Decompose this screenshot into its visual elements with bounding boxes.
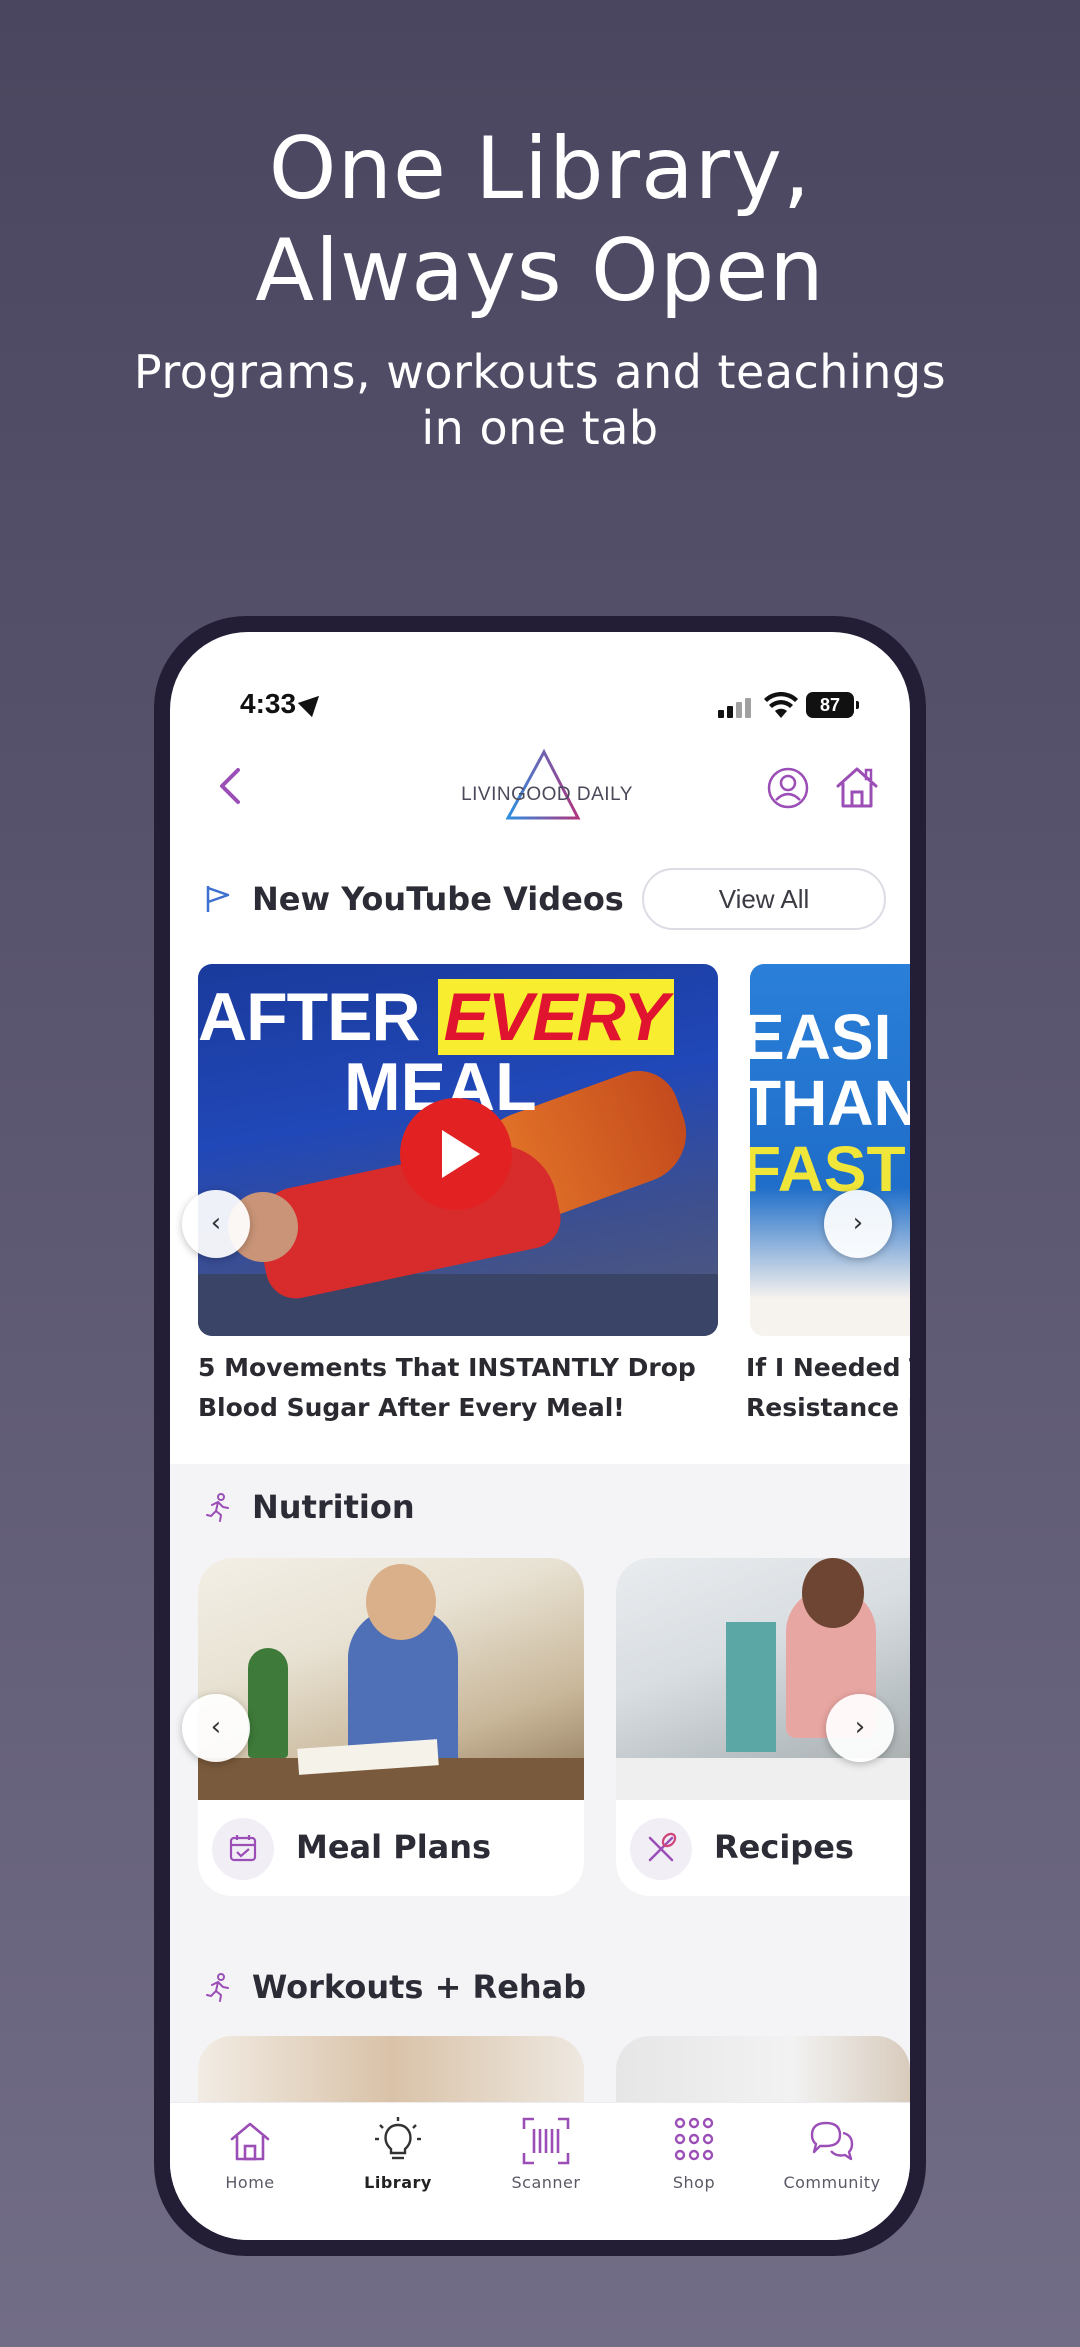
runner-icon — [206, 1493, 229, 1522]
wifi-icon — [764, 692, 798, 718]
thumbnail-caption: AFTER EVERY — [198, 978, 718, 1056]
tab-home[interactable]: Home — [185, 2115, 315, 2192]
utensils-icon — [648, 1832, 677, 1862]
status-time: 4:33 — [240, 688, 327, 720]
meal-plans-label: Meal Plans — [296, 1828, 492, 1866]
cellular-signal-icon — [718, 696, 758, 718]
video-title-2[interactable]: If I Needed T Resistance F — [746, 1348, 910, 1428]
tab-scanner[interactable]: Scanner — [481, 2115, 611, 2192]
meal-plans-card[interactable]: Meal Plans — [198, 1558, 584, 1896]
profile-icon[interactable] — [766, 766, 810, 810]
bottom-tab-bar: Home Library Scanner Shop Community — [170, 2102, 910, 2240]
meal-plans-image — [198, 1558, 584, 1800]
video-thumbnail-1[interactable]: AFTER EVERY MEAL — [198, 964, 718, 1336]
barcode-icon — [522, 2117, 570, 2165]
grid-icon — [674, 2117, 714, 2161]
tab-library[interactable]: Library — [333, 2115, 463, 2192]
home-outline-icon[interactable] — [832, 762, 882, 812]
status-bar: 4:33 87 — [170, 688, 910, 728]
flag-icon — [206, 886, 230, 912]
calendar-icon — [229, 1835, 257, 1862]
battery-indicator: 87 — [806, 692, 859, 718]
phone-frame: 4:33 87 LIVINGOOD DAILY New YouTube Vide… — [154, 616, 926, 2256]
chat-icon — [810, 2121, 854, 2161]
lightbulb-icon — [375, 2117, 421, 2160]
nutrition-section-title: Nutrition — [252, 1488, 415, 1526]
video-carousel-prev-button[interactable]: ‹ — [182, 1190, 250, 1258]
subheadline-line-1: Programs, workouts and teachings — [133, 345, 947, 399]
video-thumbnail-2[interactable]: EASI THAN FAST — [750, 964, 910, 1336]
tab-shop[interactable]: Shop — [629, 2115, 759, 2192]
brand-logo: LIVINGOOD DAILY — [452, 746, 642, 826]
promo-headline: One Library, Always Open Programs, worko… — [0, 118, 1080, 456]
thumbnail-caption-3: EASI THAN FAST — [750, 1001, 910, 1205]
back-chevron-icon[interactable] — [210, 762, 250, 810]
view-all-button[interactable]: View All — [642, 868, 886, 930]
nutrition-carousel-next-button[interactable]: › — [826, 1694, 894, 1762]
home-icon — [230, 2122, 270, 2161]
recipes-label: Recipes — [714, 1828, 854, 1866]
runner-icon — [206, 1973, 229, 2002]
location-arrow-icon — [297, 688, 327, 718]
play-button[interactable] — [400, 1098, 512, 1210]
video-title-1[interactable]: 5 Movements That INSTANTLY Drop Blood Su… — [198, 1348, 728, 1428]
recipes-image — [616, 1558, 910, 1800]
youtube-section-title: New YouTube Videos — [252, 880, 624, 918]
nutrition-carousel-prev-button[interactable]: ‹ — [182, 1694, 250, 1762]
tab-community[interactable]: Community — [767, 2115, 897, 2192]
logo-text: LIVINGOOD DAILY — [461, 784, 633, 805]
video-carousel-next-button[interactable]: › — [824, 1190, 892, 1258]
headline-line-2: Always Open — [255, 221, 825, 321]
workouts-section-title: Workouts + Rehab — [252, 1968, 587, 2006]
phone-screen: 4:33 87 LIVINGOOD DAILY New YouTube Vide… — [170, 632, 910, 2240]
subheadline-line-2: in one tab — [421, 401, 659, 455]
headline-line-1: One Library, — [268, 119, 812, 219]
